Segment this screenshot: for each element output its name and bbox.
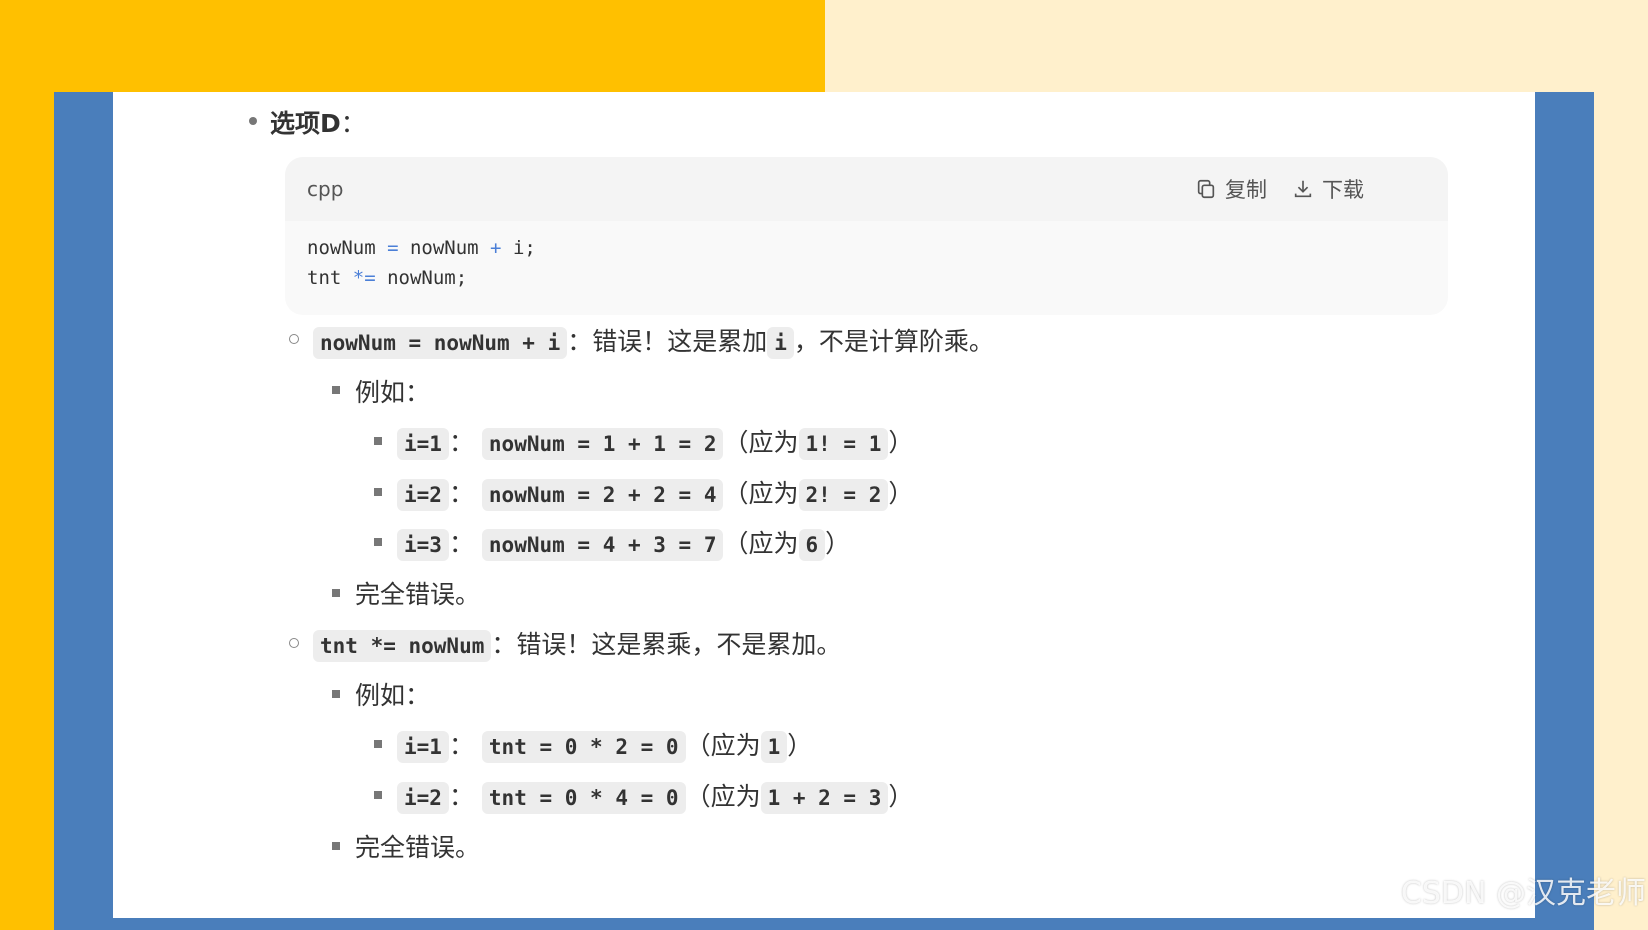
note-text: （应为 (685, 731, 761, 760)
bullet-square (332, 589, 340, 597)
option-colon: ： (340, 109, 366, 138)
inline-code: 1 + 2 = 3 (760, 782, 889, 814)
content-panel: 选项D： cpp 复制 下载 nowNum = nowNum + i; tnt … (113, 92, 1535, 918)
option-heading: 选项D： (270, 104, 366, 140)
inline-code: 6 (798, 529, 826, 561)
example-row: i=3： nowNum = 4 + 3 = 7 （应为 6） (397, 524, 850, 561)
example-row: i=2： nowNum = 2 + 2 = 4 （应为 2! = 2） (397, 474, 913, 511)
separator: ： (448, 782, 474, 811)
bullet-dot (249, 117, 257, 125)
example-row: i=1： tnt = 0 * 2 = 0 （应为 1） (397, 726, 812, 763)
code-line-1: nowNum = nowNum + i; (307, 237, 536, 259)
code-operator: *= (341, 267, 388, 289)
inline-code: 2! = 2 (798, 479, 889, 511)
bullet-square (374, 791, 382, 799)
download-icon (1294, 180, 1312, 198)
code-line-2: tnt *= nowNum; (307, 267, 467, 289)
bullet-square (332, 842, 340, 850)
option-label: 选项D (270, 109, 341, 138)
inline-code: i=1 (397, 731, 449, 763)
inline-code: i (767, 327, 794, 359)
item2-line: tnt *= nowNum ：错误！这是累乘，不是累加。 (313, 625, 841, 662)
code-block: cpp 复制 下载 nowNum = nowNum + i; tnt *= no… (285, 157, 1448, 315)
code-operator: + (478, 237, 513, 259)
bullet-square (374, 437, 382, 445)
inline-code: tnt = 0 * 2 = 0 (481, 731, 686, 763)
code-block-header (285, 157, 1448, 221)
inline-code: nowNum = nowNum + i (313, 327, 568, 359)
example-row: i=2： tnt = 0 * 4 = 0 （应为 1 + 2 = 3） (397, 777, 913, 814)
item1-text-a: ：错误！这是累加 (567, 327, 768, 356)
bullet-circle (289, 638, 299, 648)
code-token: i; (512, 237, 536, 259)
code-token: tnt (307, 267, 342, 289)
separator: ： (448, 731, 474, 760)
inline-code: i=2 (397, 479, 449, 511)
code-token: nowNum (409, 237, 479, 259)
download-label: 下载 (1322, 178, 1364, 202)
inline-code: i=2 (397, 782, 449, 814)
inline-code: nowNum = 4 + 3 = 7 (481, 529, 724, 561)
note-close: ） (888, 479, 914, 508)
code-token: nowNum; (387, 267, 468, 289)
copy-label: 复制 (1225, 178, 1267, 202)
bullet-square (332, 386, 340, 394)
note-close: ） (787, 731, 813, 760)
code-language: cpp (307, 177, 344, 201)
separator: ： (448, 479, 474, 508)
note-text: （应为 (685, 782, 761, 811)
item2-text: ：错误！这是累乘，不是累加。 (491, 630, 842, 659)
note-close: ） (888, 428, 914, 457)
separator: ： (448, 529, 474, 558)
bullet-square (374, 538, 382, 546)
note-close: ） (825, 529, 851, 558)
bullet-square (374, 488, 382, 496)
code-operator: = (375, 237, 410, 259)
inline-code: tnt = 0 * 4 = 0 (481, 782, 686, 814)
copy-icon (1197, 179, 1215, 199)
item1-conclusion: 完全错误。 (355, 580, 481, 609)
item1-line: nowNum = nowNum + i ：错误！这是累加 i ，不是计算阶乘。 (313, 322, 994, 359)
inline-code: tnt *= nowNum (313, 630, 492, 662)
inline-code: 1! = 1 (798, 428, 889, 460)
code-token: nowNum (307, 237, 376, 259)
inline-code: nowNum = 2 + 2 = 4 (481, 479, 724, 511)
note-text: （应为 (723, 428, 799, 457)
note-text: （应为 (723, 479, 799, 508)
item1-example-label: 例如： (355, 378, 431, 407)
inline-code: nowNum = 1 + 1 = 2 (481, 428, 724, 460)
watermark: CSDN @汉克老师 (1400, 876, 1646, 911)
download-button[interactable]: 下载 (1292, 174, 1364, 204)
separator: ： (448, 428, 474, 457)
inline-code: i=1 (397, 428, 449, 460)
copy-button[interactable]: 复制 (1195, 174, 1267, 204)
bullet-square (332, 690, 340, 698)
inline-code: 1 (760, 731, 788, 763)
note-text: （应为 (723, 529, 799, 558)
example-row: i=1： nowNum = 1 + 1 = 2 （应为 1! = 1） (397, 423, 913, 460)
note-close: ） (888, 782, 914, 811)
inline-code: i=3 (397, 529, 449, 561)
bullet-circle (289, 334, 299, 344)
bullet-square (374, 740, 382, 748)
item2-conclusion: 完全错误。 (355, 833, 481, 862)
item2-example-label: 例如： (355, 681, 431, 710)
item1-text-b: ，不是计算阶乘。 (793, 327, 994, 356)
